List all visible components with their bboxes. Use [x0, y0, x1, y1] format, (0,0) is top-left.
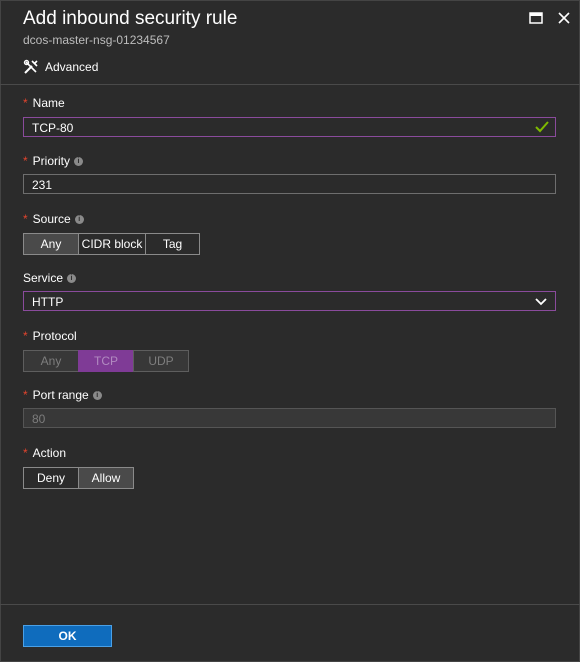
priority-label-text: Priority [32, 154, 71, 168]
service-dropdown-value: HTTP [32, 295, 64, 309]
priority-input[interactable]: 231 [23, 174, 556, 194]
protocol-selector: Any TCP UDP [23, 350, 189, 372]
protocol-option-any: Any [23, 350, 79, 372]
protocol-option-tcp: TCP [78, 350, 134, 372]
priority-label: * Priority i [23, 154, 84, 168]
service-label: Service i [23, 271, 77, 285]
action-option-allow[interactable]: Allow [78, 467, 134, 489]
protocol-label-text: Protocol [32, 329, 77, 343]
checkmark-icon [535, 121, 549, 133]
source-option-tag[interactable]: Tag [145, 233, 200, 255]
port-range-label: * Port range i [23, 388, 102, 402]
port-range-input: 80 [23, 408, 556, 428]
name-label: * Name [23, 96, 65, 110]
action-selector: Deny Allow [23, 467, 134, 489]
name-input[interactable]: TCP-80 [23, 117, 556, 137]
blade-subtitle: dcos-master-nsg-01234567 [23, 33, 170, 47]
maximize-icon[interactable] [528, 10, 544, 26]
action-label: * Action [23, 446, 66, 460]
source-option-cidr-block[interactable]: CIDR block [78, 233, 146, 255]
footer-divider [0, 604, 580, 605]
protocol-label: * Protocol [23, 329, 77, 343]
service-label-text: Service [23, 271, 64, 285]
ok-button[interactable]: OK [23, 625, 112, 647]
info-icon[interactable]: i [67, 273, 77, 283]
blade-title: Add inbound security rule [23, 8, 238, 29]
close-icon[interactable] [556, 10, 572, 26]
info-icon[interactable]: i [74, 156, 84, 166]
priority-input-value: 231 [32, 178, 53, 192]
source-label-text: Source [32, 212, 71, 226]
chevron-down-icon [535, 298, 547, 306]
info-icon[interactable]: i [92, 390, 102, 400]
info-icon[interactable]: i [74, 214, 84, 224]
advanced-button[interactable]: Advanced [23, 59, 98, 75]
required-marker: * [23, 388, 28, 402]
required-marker: * [23, 154, 28, 168]
header-divider [0, 84, 580, 85]
required-marker: * [23, 96, 28, 110]
required-marker: * [23, 329, 28, 343]
port-range-input-value: 80 [32, 412, 46, 426]
name-label-text: Name [32, 96, 65, 110]
required-marker: * [23, 446, 28, 460]
required-marker: * [23, 212, 28, 226]
action-option-deny[interactable]: Deny [23, 467, 79, 489]
advanced-label: Advanced [45, 60, 99, 74]
source-option-any[interactable]: Any [23, 233, 79, 255]
source-label: * Source i [23, 212, 84, 226]
action-label-text: Action [32, 446, 67, 460]
port-range-label-text: Port range [32, 388, 89, 402]
tools-icon [23, 59, 38, 74]
service-dropdown[interactable]: HTTP [23, 291, 556, 311]
protocol-option-udp: UDP [133, 350, 189, 372]
source-selector: Any CIDR block Tag [23, 233, 200, 255]
name-input-value: TCP-80 [32, 121, 74, 135]
blade-frame [0, 0, 580, 662]
